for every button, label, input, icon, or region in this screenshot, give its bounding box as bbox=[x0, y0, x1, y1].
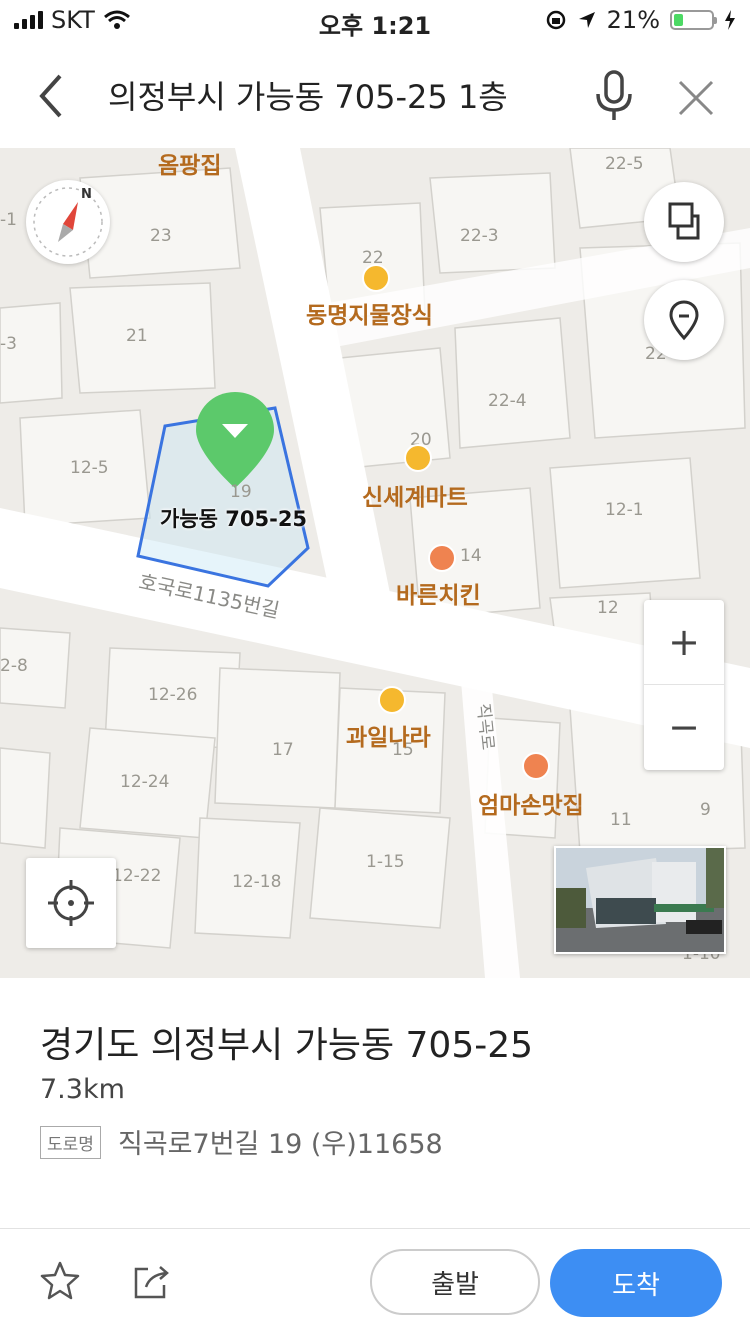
share-icon[interactable] bbox=[130, 1261, 174, 1301]
back-arrow-icon[interactable] bbox=[30, 70, 74, 122]
restaurant-icon[interactable] bbox=[522, 752, 550, 780]
poi-label[interactable]: 동명지물장식 bbox=[306, 296, 433, 330]
building-number: 17 bbox=[272, 740, 294, 760]
place-info-panel[interactable]: 경기도 의정부시 가능동 705-25 7.3km 도로명 직곡로7번길 19 … bbox=[0, 978, 750, 1228]
action-bar: 출발 도착 bbox=[0, 1228, 750, 1335]
building-number: 12-18 bbox=[232, 872, 282, 892]
mart-icon[interactable] bbox=[404, 444, 432, 472]
building-number: 19 bbox=[230, 482, 252, 502]
compass-icon[interactable]: N bbox=[26, 180, 110, 264]
charging-icon bbox=[725, 10, 735, 30]
poi-label[interactable]: 옴팡집 bbox=[158, 148, 221, 180]
building-number: 14 bbox=[460, 546, 482, 566]
close-icon[interactable] bbox=[674, 76, 718, 120]
building-number: 1-15 bbox=[366, 852, 405, 872]
restaurant-icon[interactable] bbox=[428, 544, 456, 572]
arrive-button[interactable]: 도착 bbox=[550, 1249, 722, 1317]
building-number: 2-8 bbox=[0, 656, 28, 676]
poi-label[interactable]: 바른치킨 bbox=[396, 576, 481, 610]
compass-north: N bbox=[81, 187, 92, 202]
shop-icon[interactable] bbox=[362, 264, 390, 292]
building-number: 12-24 bbox=[120, 772, 170, 792]
battery-icon bbox=[670, 10, 717, 30]
zoom-in-button[interactable]: + bbox=[644, 600, 724, 685]
rotation-lock-icon bbox=[546, 10, 565, 30]
building-number: 12-26 bbox=[148, 685, 198, 705]
layers-icon bbox=[668, 202, 700, 240]
building-number: 22-4 bbox=[488, 391, 527, 411]
building-number: 21 bbox=[126, 326, 148, 346]
building-number: 12-5 bbox=[70, 458, 109, 478]
building-number: 22-3 bbox=[460, 226, 499, 246]
zoom-controls: + − bbox=[644, 600, 724, 770]
microphone-icon[interactable] bbox=[590, 68, 638, 124]
place-address: 경기도 의정부시 가능동 705-25 bbox=[40, 1025, 534, 1066]
place-pin-button[interactable] bbox=[644, 280, 724, 360]
location-arrow-icon bbox=[578, 12, 595, 28]
map-view[interactable]: 23 22 22-3 22-5 21 12-5 19 22-4 20 14 12… bbox=[0, 148, 750, 978]
location-pin-icon bbox=[669, 300, 699, 341]
building-number: 12 bbox=[597, 598, 619, 618]
poi-label[interactable]: 엄마손맛집 bbox=[478, 786, 584, 820]
building-number: 12-1 bbox=[605, 500, 644, 520]
map-layers-button[interactable] bbox=[644, 182, 724, 262]
building-number: 23 bbox=[150, 226, 172, 246]
place-distance: 7.3km bbox=[40, 1074, 125, 1105]
star-icon[interactable] bbox=[38, 1259, 82, 1303]
building-number: -3 bbox=[0, 334, 17, 354]
building-number: 11 bbox=[610, 810, 632, 830]
current-location-button[interactable] bbox=[26, 858, 116, 948]
zoom-out-button[interactable]: − bbox=[644, 685, 724, 769]
road-address: 직곡로7번길 19 (우)11658 bbox=[118, 1129, 443, 1160]
shop-icon[interactable] bbox=[378, 686, 406, 714]
status-bar: SKT 오후 1:21 21% bbox=[0, 0, 750, 40]
building-number: 9 bbox=[700, 800, 711, 820]
depart-button[interactable]: 출발 bbox=[370, 1249, 540, 1315]
poi-label[interactable]: 과일나라 bbox=[346, 718, 431, 752]
building-number: -1 bbox=[0, 210, 17, 230]
building-number: 12-22 bbox=[112, 866, 162, 886]
poi-label[interactable]: 신세계마트 bbox=[362, 478, 468, 512]
road-name-badge: 도로명 bbox=[40, 1126, 101, 1159]
street-view-thumbnail[interactable] bbox=[554, 846, 726, 954]
selected-location-label: 가능동 705-25 bbox=[160, 507, 308, 531]
search-query[interactable]: 의정부시 가능동 705-25 1층 bbox=[108, 72, 508, 118]
road-label: 직곡로 bbox=[472, 702, 498, 752]
battery-percent: 21% bbox=[606, 6, 660, 34]
search-bar: 의정부시 가능동 705-25 1층 bbox=[0, 44, 750, 149]
crosshair-icon bbox=[48, 880, 94, 926]
building-number: 22-5 bbox=[605, 154, 644, 174]
